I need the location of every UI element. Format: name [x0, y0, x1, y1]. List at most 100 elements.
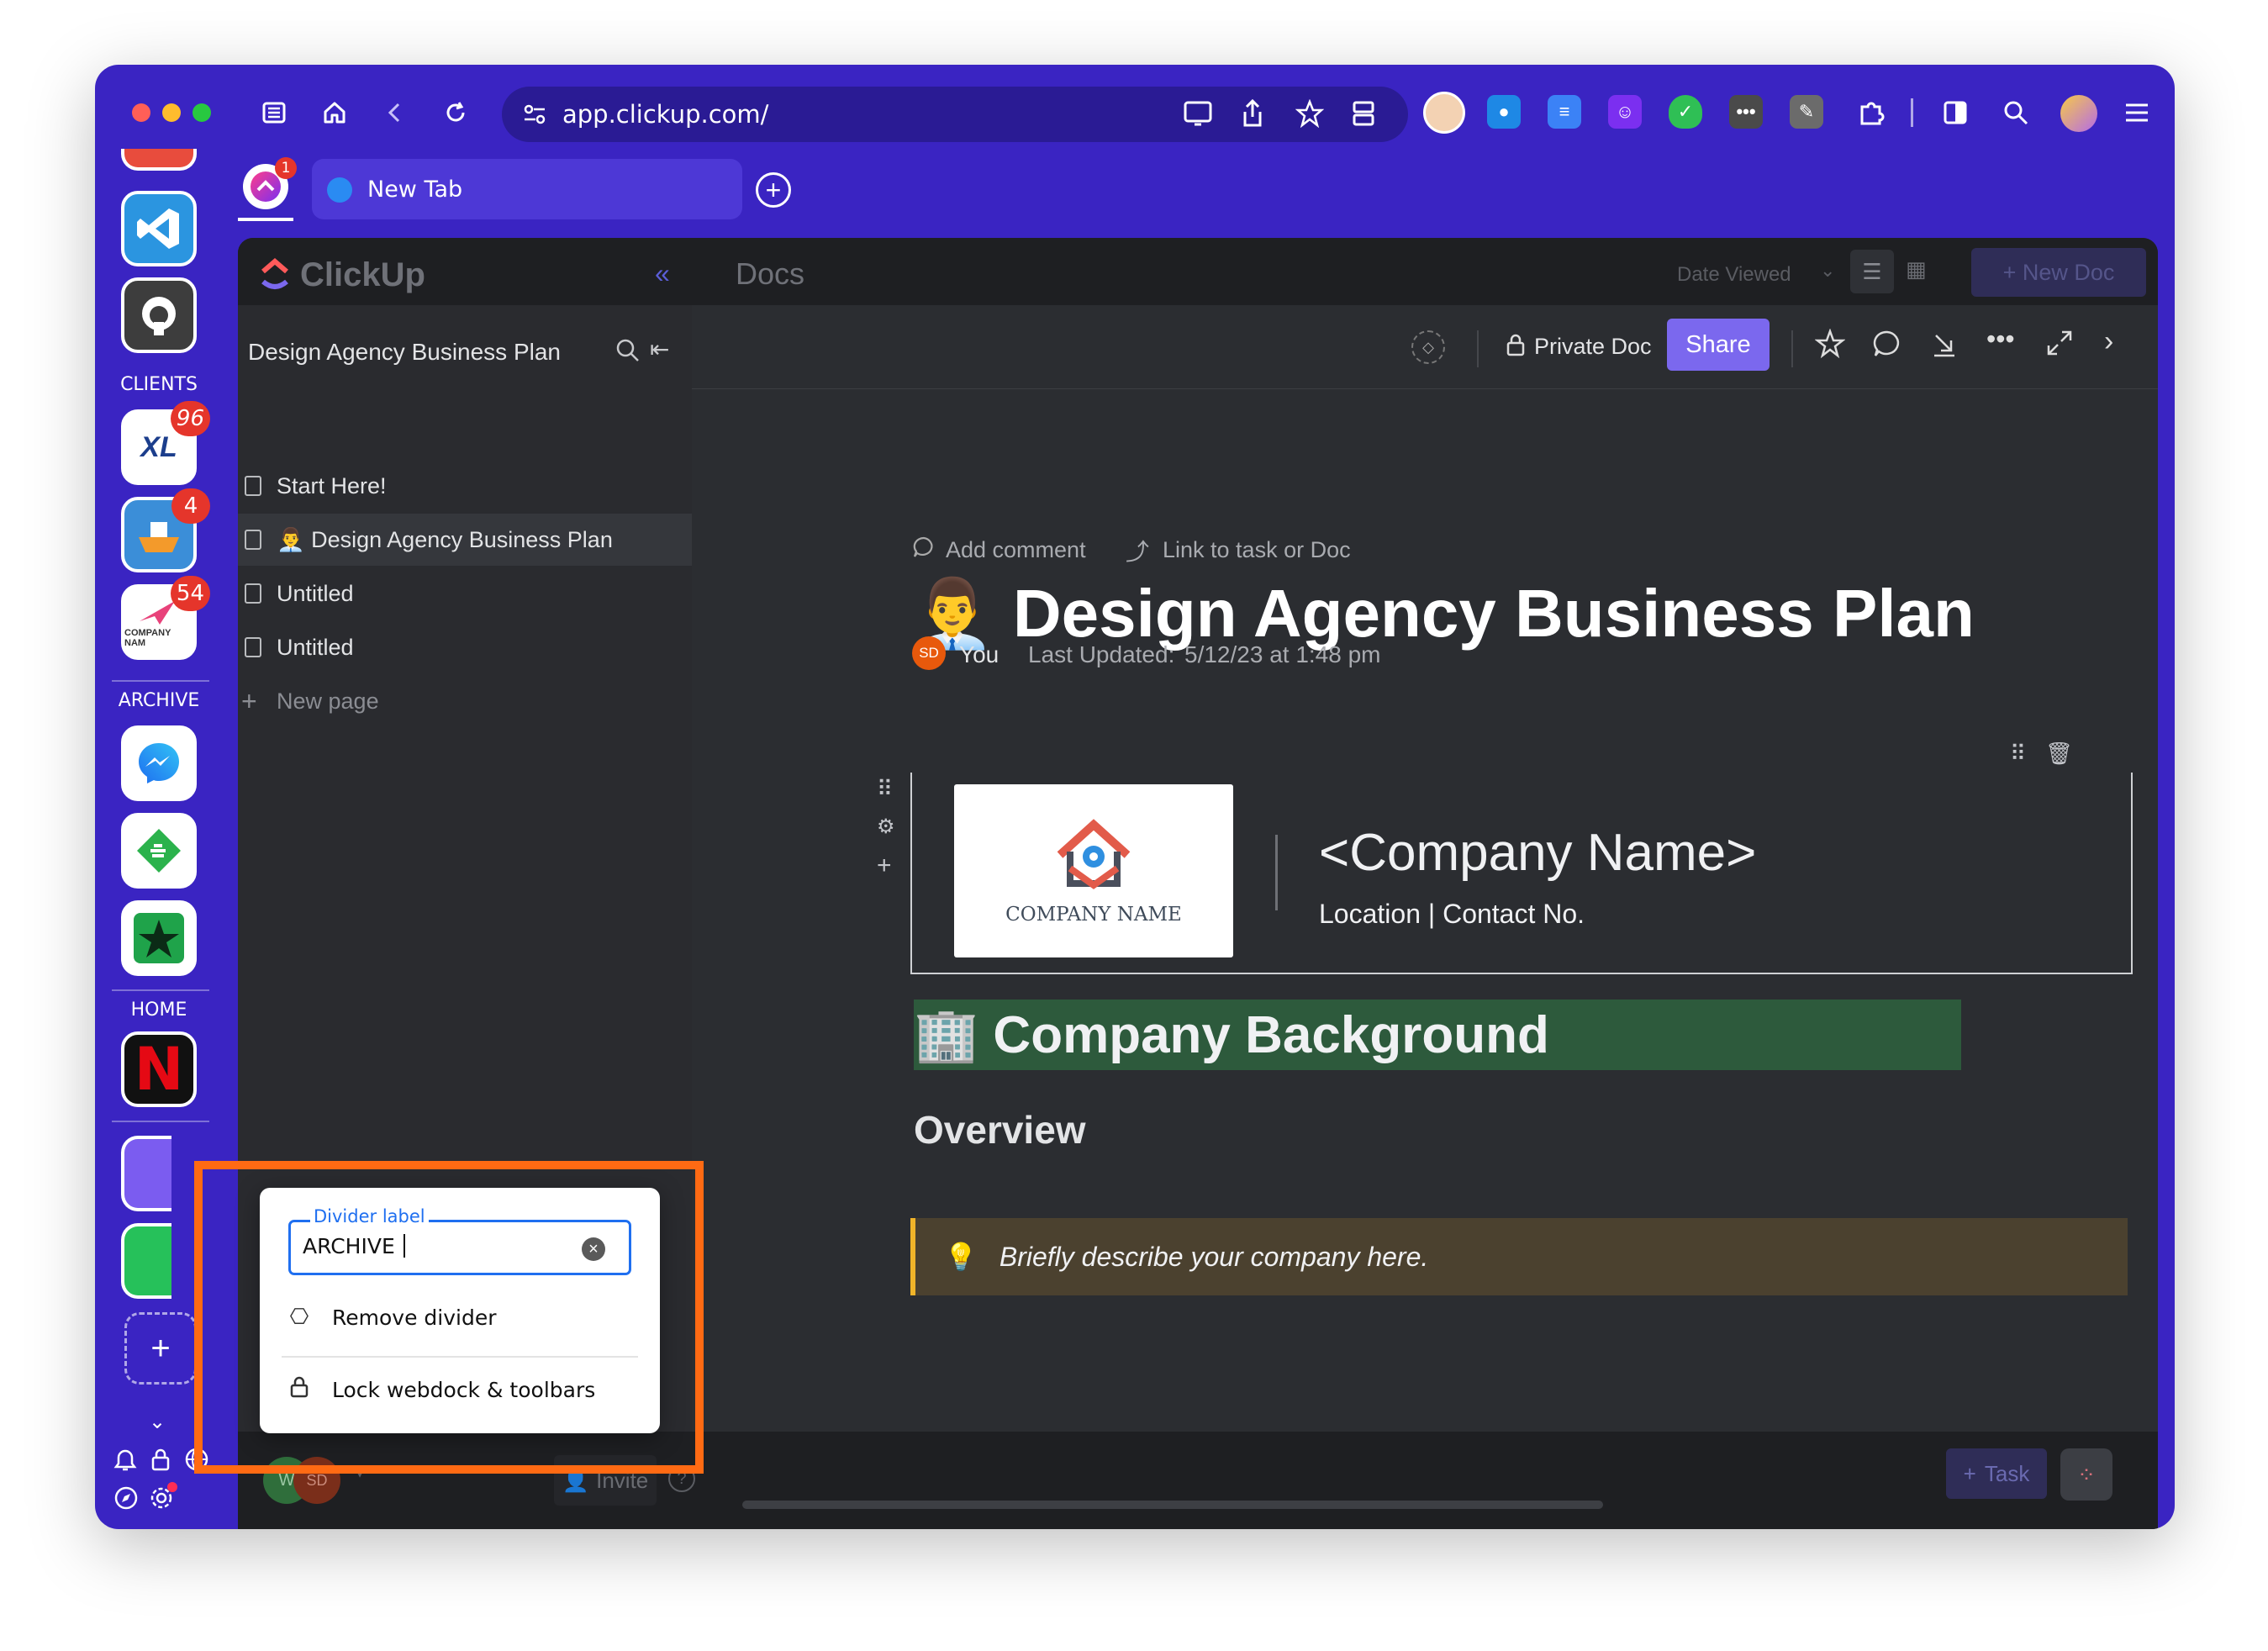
- divider-label-input[interactable]: ARCHIVE ×: [288, 1220, 631, 1275]
- dock-app-whatsapp[interactable]: [121, 1223, 171, 1299]
- settings-gear-icon[interactable]: [149, 1482, 177, 1515]
- author-avatar[interactable]: SD: [912, 636, 946, 670]
- page-item-untitled-2[interactable]: Untitled: [238, 621, 692, 673]
- dock-app-company-client[interactable]: COMPANY NAM 54: [121, 576, 210, 660]
- notifications-icon[interactable]: [113, 1447, 137, 1476]
- row-add-icon[interactable]: +: [877, 852, 892, 880]
- dock-app-boat-client[interactable]: 4: [121, 488, 210, 572]
- company-background-heading[interactable]: 🏢 Company Background: [914, 1000, 1961, 1070]
- reload-icon[interactable]: [436, 93, 475, 132]
- location-contact[interactable]: Location | Contact No.: [1319, 899, 1585, 930]
- dock-app-messenger[interactable]: [121, 725, 197, 801]
- zoom-window-button[interactable]: [193, 103, 211, 122]
- private-doc-label[interactable]: Private Doc: [1534, 334, 1652, 360]
- remove-divider-menu-item[interactable]: ⎔ Remove divider: [285, 1292, 638, 1342]
- share-button[interactable]: Share: [1667, 319, 1770, 371]
- apps-grid-icon[interactable]: ⁘: [2060, 1448, 2112, 1501]
- row-settings-icon[interactable]: ⚙: [877, 815, 895, 839]
- new-tab-button[interactable]: +: [756, 172, 791, 208]
- more-options-icon[interactable]: •••: [1986, 324, 2015, 355]
- tab-groups-icon[interactable]: [1351, 99, 1376, 132]
- close-window-button[interactable]: [132, 103, 150, 122]
- doc-search-icon[interactable]: [614, 337, 641, 368]
- collapse-nav-icon[interactable]: ⇤: [650, 335, 669, 363]
- cast-icon[interactable]: [1183, 100, 1213, 133]
- export-icon[interactable]: [1929, 329, 1959, 363]
- comment-icon[interactable]: [1872, 329, 1902, 363]
- collapse-sidebar-icon[interactable]: «: [655, 258, 670, 289]
- dock-divider-label-home[interactable]: HOME: [95, 1000, 223, 1021]
- dock-app-feedly[interactable]: [121, 813, 197, 889]
- page-item-business-plan[interactable]: 👨‍💼 Design Agency Business Plan: [238, 514, 692, 566]
- add-comment-link[interactable]: Add comment: [946, 537, 1086, 563]
- dock-expand-icon[interactable]: ⌄: [149, 1410, 166, 1434]
- overview-heading[interactable]: Overview: [914, 1107, 1086, 1153]
- tab-badge: 1: [275, 157, 297, 179]
- dock-app-xl-client[interactable]: XL 96: [121, 401, 210, 485]
- page-item-start-here[interactable]: Start Here!: [238, 460, 692, 512]
- row-drag-handle-icon[interactable]: ⠿: [877, 776, 893, 802]
- tab-new-tab[interactable]: New Tab: [312, 159, 742, 219]
- site-settings-icon[interactable]: [522, 103, 547, 129]
- dock-app-partial[interactable]: [121, 149, 197, 171]
- compass-icon[interactable]: [113, 1485, 139, 1515]
- split-view-icon[interactable]: [1936, 93, 1975, 132]
- company-logo[interactable]: COMPANY NAME: [954, 784, 1233, 957]
- puzzle-color-extension-icon[interactable]: ✎: [1790, 95, 1823, 129]
- link-task-link[interactable]: Link to task or Doc: [1163, 537, 1351, 563]
- horizontal-scrollbar[interactable]: [742, 1501, 1603, 1509]
- block-drag-handle-icon[interactable]: ⠿: [2010, 741, 2026, 767]
- page-item-untitled-1[interactable]: Untitled: [238, 567, 692, 620]
- chevron-down-icon[interactable]: ⌄: [1820, 260, 1835, 282]
- new-doc-button[interactable]: + New Doc: [1971, 248, 2146, 297]
- sort-dropdown[interactable]: Date Viewed: [1677, 263, 1791, 287]
- favorite-star-icon[interactable]: [1814, 328, 1846, 363]
- lock-icon[interactable]: [149, 1447, 172, 1476]
- back-icon[interactable]: [376, 93, 414, 132]
- grid-view-icon[interactable]: ▦: [1906, 256, 1927, 282]
- dock-divider-label-clients[interactable]: CLIENTS: [95, 374, 223, 395]
- sidebar-toggle-icon[interactable]: [255, 93, 293, 132]
- ai-assistant-icon[interactable]: [2060, 95, 2097, 132]
- dock-app-netflix[interactable]: N: [121, 1031, 197, 1107]
- extensions-icon[interactable]: [1852, 93, 1891, 132]
- add-task-button[interactable]: + Task: [1946, 1448, 2047, 1499]
- lock-webdock-menu-item[interactable]: Lock webdock & toolbars: [285, 1364, 638, 1415]
- menu-icon[interactable]: [2118, 93, 2156, 132]
- minimize-window-button[interactable]: [162, 103, 181, 122]
- add-comment-icon[interactable]: [912, 535, 936, 563]
- fullscreen-icon[interactable]: [2045, 329, 2074, 361]
- link-task-icon[interactable]: ⤴: [1126, 534, 1149, 567]
- tag-icon[interactable]: ◇: [1411, 330, 1445, 364]
- block-delete-icon[interactable]: 🗑: [2045, 741, 2073, 767]
- company-header-block[interactable]: COMPANY NAME <Company Name> Location | C…: [910, 773, 2133, 974]
- company-name[interactable]: <Company Name>: [1319, 823, 1756, 883]
- password-extension-icon[interactable]: •••: [1729, 95, 1763, 129]
- new-page-button[interactable]: + New page: [238, 675, 692, 727]
- share-page-icon[interactable]: [1240, 98, 1265, 133]
- dock-app-vscode[interactable]: [121, 191, 197, 266]
- dock-app-trustpilot[interactable]: [121, 900, 197, 976]
- clickup-pinned-tab[interactable]: 1: [243, 157, 297, 209]
- clear-input-icon[interactable]: ×: [582, 1237, 605, 1261]
- company-client-label: COMPANY NAM: [124, 628, 171, 648]
- author-name: You: [959, 641, 1000, 667]
- face-extension-icon[interactable]: ☺: [1608, 95, 1642, 129]
- doc-nav-title: Design Agency Business Plan: [248, 339, 561, 365]
- dock-divider-label-archive[interactable]: ARCHIVE: [95, 690, 223, 711]
- chat-extension-icon[interactable]: ●: [1487, 95, 1521, 129]
- profile-avatar[interactable]: [1423, 92, 1465, 134]
- logo-caption: COMPANY NAME: [1005, 904, 1182, 926]
- address-bar[interactable]: app.clickup.com/: [502, 87, 1408, 142]
- docs-extension-icon[interactable]: ≡: [1548, 95, 1581, 129]
- add-app-button[interactable]: +: [124, 1312, 197, 1385]
- list-view-icon[interactable]: ☰: [1850, 250, 1894, 293]
- description-callout[interactable]: 💡 Briefly describe your company here.: [910, 1218, 2128, 1295]
- home-icon[interactable]: [315, 93, 354, 132]
- dock-app-github[interactable]: [121, 277, 197, 353]
- chevron-right-icon[interactable]: ›: [2104, 325, 2113, 358]
- dock-app-mail[interactable]: [121, 1136, 171, 1211]
- shield-extension-icon[interactable]: ✓: [1669, 95, 1702, 129]
- bookmark-star-icon[interactable]: [1295, 98, 1325, 132]
- search-icon[interactable]: [1996, 93, 2035, 132]
